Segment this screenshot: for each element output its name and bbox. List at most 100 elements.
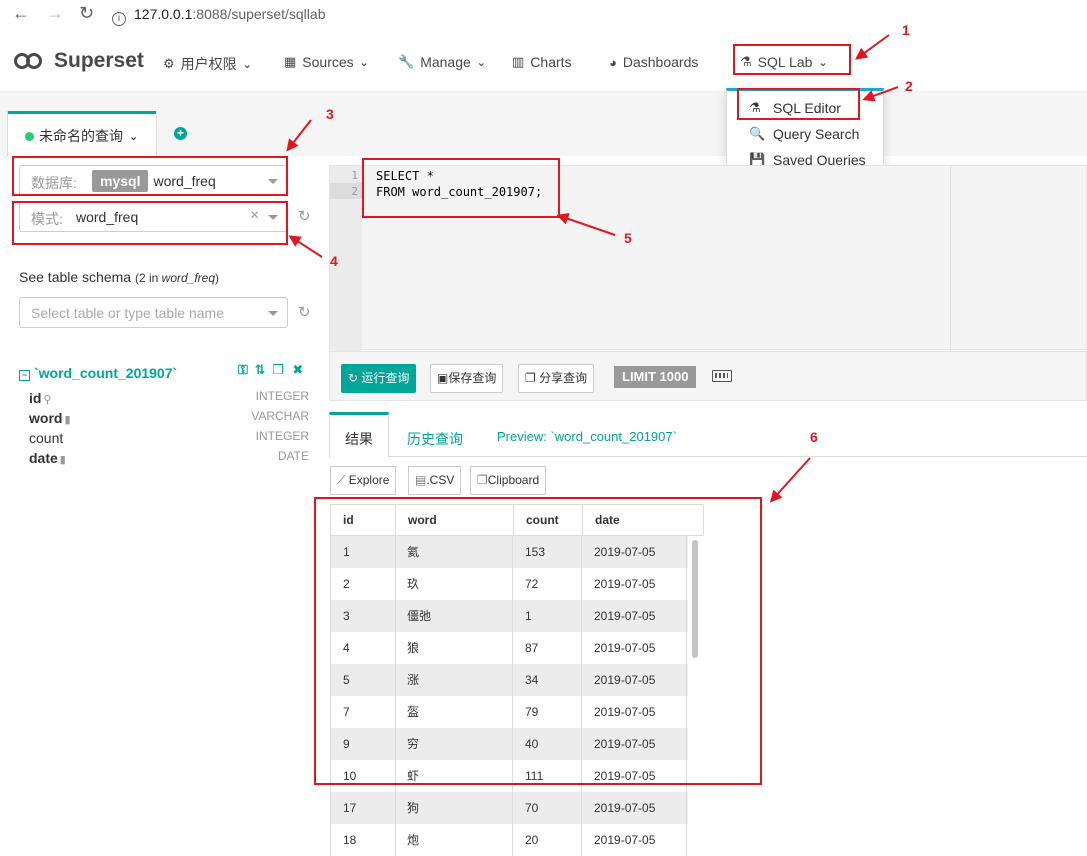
share-query-label: 分享查询 bbox=[539, 371, 588, 385]
annotation-number: 1 bbox=[902, 22, 910, 38]
save-query-label: 保存查询 bbox=[448, 371, 497, 385]
menu-item-query-search[interactable]: 🔍 Query Search bbox=[749, 126, 859, 142]
limit-badge[interactable]: LIMIT 1000 bbox=[614, 366, 697, 388]
column-id: id ⚲ bbox=[29, 390, 52, 406]
collapse-icon[interactable]: − bbox=[19, 370, 30, 381]
clipboard-button[interactable]: ❐Clipboard bbox=[470, 466, 547, 495]
chevron-down-icon: ⌄ bbox=[359, 56, 369, 69]
address-bar[interactable]: i 127.0.0.1:8088/superset/sqllab bbox=[112, 3, 326, 26]
clipboard-label: Clipboard bbox=[487, 473, 540, 487]
save-icon: ▣ bbox=[437, 371, 449, 385]
tab-history[interactable]: 历史查询 bbox=[407, 429, 463, 449]
share-query-button[interactable]: ❐ 分享查询 bbox=[518, 364, 595, 393]
column-word: word ▮ bbox=[29, 410, 71, 426]
annotation-number: 3 bbox=[326, 106, 334, 122]
table-select-input[interactable]: Select table or type table name bbox=[31, 305, 224, 321]
nav-dashboards[interactable]: ◕ Dashboards bbox=[609, 54, 698, 70]
key-icon: ⚲ bbox=[43, 394, 52, 406]
url-path: :8088/superset/sqllab bbox=[192, 6, 326, 22]
menu-item-label: Query Search bbox=[773, 126, 860, 142]
bookmark-icon: ▮ bbox=[59, 454, 66, 466]
brand[interactable]: Superset bbox=[14, 49, 144, 73]
info-icon[interactable]: i bbox=[112, 12, 126, 26]
nav-security[interactable]: ⚙ 用户权限 ⌄ bbox=[163, 54, 252, 74]
column-count: count bbox=[29, 430, 63, 446]
query-toolbar: ↻ 运行查询 ▣保存查询 ❐ 分享查询 LIMIT 1000 bbox=[329, 351, 1087, 401]
run-query-label: 运行查询 bbox=[361, 371, 410, 385]
run-query-button[interactable]: ↻ 运行查询 bbox=[341, 364, 417, 393]
nav-manage[interactable]: 🔧 Manage ⌄ bbox=[398, 54, 486, 70]
reload-icon[interactable]: ↻ bbox=[79, 3, 94, 23]
column-name: count bbox=[29, 430, 64, 446]
caret-down-icon bbox=[268, 311, 278, 316]
csv-button[interactable]: ▤.CSV bbox=[408, 466, 462, 495]
refresh-icon[interactable]: ↻ bbox=[298, 303, 311, 321]
annotation-box bbox=[314, 497, 762, 785]
brand-name: Superset bbox=[54, 49, 144, 72]
annotation-number: 6 bbox=[810, 429, 818, 445]
bookmark-icon: ▮ bbox=[64, 414, 71, 426]
table-row[interactable]: 18 炮 20 2019-07-05 bbox=[330, 824, 688, 856]
table-row[interactable]: 17 狗 70 2019-07-05 bbox=[330, 792, 688, 824]
remove-table-icon[interactable]: ✖ bbox=[292, 362, 303, 377]
query-tab[interactable]: 未命名的查询 ⌄ bbox=[25, 126, 138, 146]
nav-security-label: 用户权限 bbox=[180, 56, 237, 72]
back-icon[interactable]: ← bbox=[12, 3, 30, 23]
line-number: 2 bbox=[351, 185, 358, 198]
users-cog-icon: ⚙ bbox=[163, 56, 175, 71]
table-schema-header[interactable]: − `word_count_201907` bbox=[19, 365, 177, 381]
schema-count-end: ) bbox=[215, 271, 220, 285]
annotation-box bbox=[362, 158, 560, 218]
column-name: date bbox=[29, 450, 58, 466]
annotation-arrow bbox=[289, 235, 323, 258]
nav-charts[interactable]: ▥ Charts bbox=[512, 54, 572, 70]
line-chart-icon: ⟋ bbox=[337, 473, 346, 487]
annotation-box bbox=[12, 156, 288, 196]
explore-label: Explore bbox=[348, 473, 390, 487]
table-select[interactable]: Select table or type table name bbox=[19, 297, 288, 328]
table-icon: ▦ bbox=[284, 54, 297, 69]
save-query-button[interactable]: ▣保存查询 bbox=[430, 364, 504, 393]
file-icon: ▤ bbox=[415, 473, 427, 487]
add-tab-icon[interactable]: + bbox=[174, 127, 187, 140]
chevron-down-icon[interactable]: ⌄ bbox=[129, 130, 138, 143]
table-cell-date: 2019-07-05 bbox=[582, 824, 687, 856]
bar-chart-icon: ▥ bbox=[512, 54, 525, 69]
query-tab-label: 未命名的查询 bbox=[39, 128, 123, 144]
column-date: date ▮ bbox=[29, 450, 66, 466]
table-cell-word: 狗 bbox=[395, 792, 513, 824]
line-number: 1 bbox=[351, 169, 358, 182]
table-cell-count: 70 bbox=[513, 792, 582, 824]
explore-button[interactable]: ⟋ Explore bbox=[330, 466, 397, 495]
column-type: VARCHAR bbox=[251, 409, 309, 423]
superset-logo-icon bbox=[14, 52, 46, 70]
wrench-icon: 🔧 bbox=[398, 54, 415, 69]
table-cell-count: 20 bbox=[513, 824, 582, 856]
chevron-down-icon: ⌄ bbox=[476, 56, 486, 69]
results-tabs: 结果 历史查询 Preview: `word_count_201907` bbox=[329, 412, 1087, 458]
annotation-number: 2 bbox=[905, 78, 913, 94]
schema-count-db: word_freq bbox=[161, 271, 216, 285]
nav-sources[interactable]: ▦ Sources ⌄ bbox=[284, 54, 369, 70]
print-margin bbox=[950, 166, 951, 351]
refresh-icon[interactable]: ↻ bbox=[298, 207, 311, 225]
chevron-down-icon: ⌄ bbox=[242, 58, 252, 71]
column-name: id bbox=[29, 390, 42, 406]
tab-results[interactable]: 结果 bbox=[345, 429, 373, 449]
browser-bar: ← → ↻ i 127.0.0.1:8088/superset/sqllab bbox=[0, 0, 1087, 28]
table-name: `word_count_201907` bbox=[34, 365, 178, 381]
column-type: INTEGER bbox=[255, 429, 309, 443]
copy-icon[interactable]: ❐ bbox=[272, 362, 284, 377]
key-icon[interactable]: ⚿ bbox=[238, 362, 248, 377]
forward-icon[interactable]: → bbox=[46, 3, 64, 23]
keyboard-icon[interactable] bbox=[712, 370, 732, 382]
sort-icon[interactable]: ⇅ bbox=[255, 362, 266, 377]
column-name: word bbox=[29, 410, 63, 426]
column-type: DATE bbox=[277, 449, 309, 463]
tab-preview[interactable]: Preview: `word_count_201907` bbox=[497, 429, 677, 444]
annotation-number: 5 bbox=[624, 230, 632, 246]
annotation-box bbox=[737, 88, 860, 120]
dashboard-icon: ◕ bbox=[609, 54, 617, 70]
schema-title-text: See table schema bbox=[19, 269, 132, 285]
query-tabs-bar bbox=[0, 92, 1087, 156]
